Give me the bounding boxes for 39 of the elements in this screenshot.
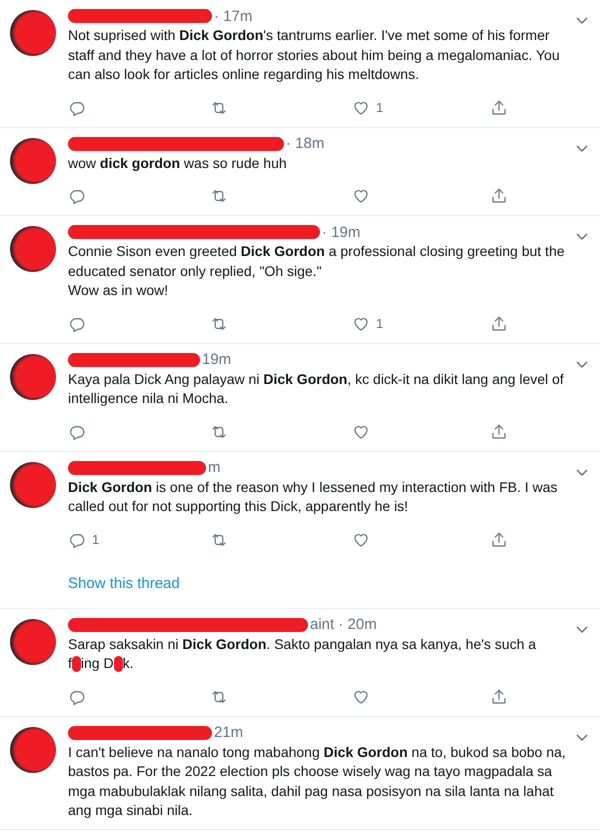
tweet-time: · 18m <box>286 135 324 152</box>
share-icon[interactable] <box>490 187 508 205</box>
tweet-time: · 17m <box>214 8 252 24</box>
like-count: 1 <box>376 100 384 115</box>
show-thread-link[interactable]: Show this thread <box>68 574 180 592</box>
tweet-text: Not suprised with Dick Gordon's tantrums earlier. I've met some of his former staff and they have a lot of horror stories about him being a megalomaniac. You can also look for articles online regarding his meltdowns. <box>68 26 561 84</box>
tweet-text: Kaya pala Dick Ang palayaw ni Dick Gordon, kc dick-it na dikit lang ang level of intelligence nila ni Mocha. <box>68 370 565 408</box>
retweet-icon[interactable] <box>210 187 228 205</box>
share-icon[interactable] <box>490 98 508 116</box>
share-icon[interactable] <box>490 688 508 706</box>
avatar <box>10 726 56 772</box>
like-icon[interactable] <box>352 187 370 205</box>
tweet-text: Dick Gordon is one of the reason why I lessened my interaction with FB. I was called out for not supporting this Dick, apparently he is! <box>68 478 558 516</box>
tweet-text: k. <box>122 655 134 671</box>
reply-count: 1 <box>92 532 100 547</box>
reply-icon[interactable] <box>68 187 86 205</box>
avatar <box>10 354 56 400</box>
tweet-time: · 19m <box>322 224 360 240</box>
tweet-text: Connie Sison even greeted Dick Gordon a professional closing greeting but the educated senator only replied, "Oh sige." Wow as in wow! <box>68 242 566 300</box>
share-icon[interactable] <box>490 530 508 548</box>
share-icon[interactable] <box>490 314 508 332</box>
avatar <box>10 618 56 664</box>
tweet-text: ing D <box>80 655 114 671</box>
tweet-time: aint · 20m <box>310 616 377 633</box>
tweet-text: Sarap saksakin ni Dick Gordon. Sakto pangalan nya sa kanya, he's such a <box>68 634 536 654</box>
avatar <box>10 10 56 56</box>
tweet-time: 19m <box>202 351 232 368</box>
tweet-text: I can't believe na nanalo tong mabahong Dick Gordon na to, bukod sa bobo na, bastos pa. For the 2022 election pls choose wisely wag na tayo magpadala sa mga mabubulaklak nilang salita, dahil pag nasa posisyon na sila lanta na lahat ang mga sinabi nila. <box>68 742 567 820</box>
avatar <box>10 138 56 184</box>
tweet-time: 21m <box>214 724 244 741</box>
redaction-mark <box>72 656 81 672</box>
tweet-text: f <box>68 655 72 671</box>
avatar <box>10 462 56 508</box>
avatar <box>10 226 56 272</box>
like-count: 1 <box>376 316 384 331</box>
redaction-mark <box>114 656 123 672</box>
share-icon[interactable] <box>490 422 508 440</box>
tweet-text: wow dick gordon was so rude huh <box>68 154 288 173</box>
tweet-time: m <box>208 459 220 476</box>
